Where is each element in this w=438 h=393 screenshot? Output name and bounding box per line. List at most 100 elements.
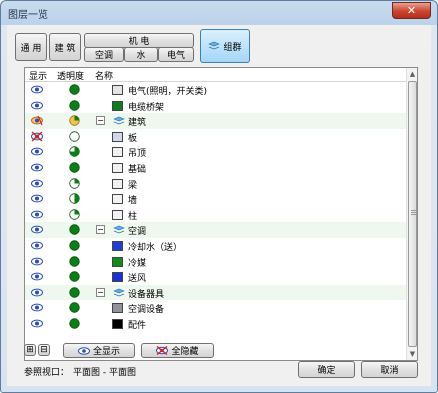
hidden-eye-icon[interactable] — [31, 131, 43, 142]
layer-rows: 电气(照明，开关类) 电缆桥架 − 建筑板吊顶 基础梁墙柱 − 空调 冷却水（送） 冷媒 送风 − 设… — [25, 82, 407, 332]
filter-mep-button[interactable]: 机 电 — [84, 33, 194, 48]
layer-group-row[interactable]: − 建筑 — [25, 113, 407, 129]
layer-name: 配件 — [128, 320, 147, 331]
opacity-pie-icon[interactable] — [69, 240, 80, 251]
layer-row[interactable]: 电缆桥架 — [25, 98, 407, 114]
layer-color-swatch[interactable] — [112, 147, 123, 158]
eye-icon[interactable] — [31, 84, 43, 95]
collapse-all-button[interactable]: ⊟ — [38, 344, 50, 356]
eye-icon[interactable] — [31, 224, 43, 235]
eye-icon[interactable] — [31, 193, 43, 204]
eye-icon[interactable] — [31, 209, 43, 220]
opacity-pie-icon[interactable] — [69, 146, 80, 158]
hide-all-button[interactable]: 全隐藏 — [141, 343, 214, 358]
layer-name: 冷媒 — [128, 258, 147, 269]
filter-common-button[interactable]: 通 用 — [15, 33, 47, 61]
layer-color-swatch[interactable] — [112, 194, 123, 205]
layer-row[interactable]: 吊顶 — [25, 144, 407, 160]
layer-row[interactable]: 墙 — [25, 191, 407, 207]
eye-icon[interactable] — [31, 256, 43, 267]
layer-color-swatch[interactable] — [112, 303, 123, 314]
vertical-scrollbar[interactable]: ▲ ▼ — [406, 68, 417, 360]
group-name: 空调 — [128, 227, 147, 238]
cancel-button[interactable]: 取消 — [361, 361, 418, 378]
reference-viewport-label: 参照视口： — [24, 368, 70, 378]
opacity-pie-icon[interactable] — [69, 302, 80, 314]
opacity-pie-icon[interactable] — [69, 131, 80, 142]
layer-row[interactable]: 基础 — [25, 160, 407, 176]
layer-row[interactable]: 配件 — [25, 316, 407, 332]
opacity-pie-icon[interactable] — [69, 162, 80, 173]
layer-color-swatch[interactable] — [112, 85, 123, 95]
layer-color-swatch[interactable] — [112, 162, 123, 173]
group-layers-icon — [113, 288, 125, 298]
dialog-body: 通 用 建 筑 机 电 空调 水 电气 组群 显示 透明度 名称 电气(照明，开… — [7, 25, 431, 386]
collapse-toggle-icon[interactable]: − — [96, 225, 105, 235]
layer-color-swatch[interactable] — [112, 272, 123, 283]
opacity-pie-icon[interactable] — [69, 193, 80, 204]
eye-icon[interactable] — [31, 100, 43, 111]
layer-row[interactable]: 板 — [25, 129, 407, 145]
layer-name: 电气(照明，开关类) — [128, 87, 208, 97]
layer-color-swatch[interactable] — [112, 256, 123, 267]
opacity-pie-icon[interactable] — [69, 271, 80, 282]
opacity-pie-icon[interactable] — [69, 255, 80, 267]
group-layers-icon — [113, 225, 125, 235]
opacity-pie-icon[interactable] — [69, 209, 80, 220]
collapse-toggle-icon[interactable]: − — [96, 116, 105, 126]
expand-all-button[interactable]: ⊞ — [24, 344, 36, 356]
title-bar[interactable]: 图层一览 ✕ — [1, 1, 437, 25]
filter-hvac-button[interactable]: 空调 — [84, 47, 124, 62]
filter-architecture-button[interactable]: 建 筑 — [49, 33, 81, 61]
eye-icon[interactable] — [31, 318, 43, 329]
layer-row[interactable]: 空调设备 — [25, 300, 407, 316]
group-button-label: 组群 — [223, 42, 242, 53]
layer-group-row[interactable]: − 设备器具 — [25, 284, 407, 301]
layer-row[interactable]: 冷媒 — [25, 254, 407, 270]
eye-icon[interactable] — [31, 162, 43, 173]
layer-group-row[interactable]: − 空调 — [25, 222, 407, 238]
layer-tree: 显示 透明度 名称 电气(照明，开关类) 电缆桥架 − 建筑板吊顶 基础梁墙柱 − 空调 冷却… — [24, 67, 418, 361]
layer-row[interactable]: 送风 — [25, 269, 407, 285]
filter-water-button[interactable]: 水 — [124, 47, 158, 62]
layer-row[interactable]: 柱 — [25, 207, 407, 223]
column-visible[interactable]: 显示 — [29, 69, 47, 82]
opacity-pie-icon[interactable] — [69, 84, 80, 95]
column-name[interactable]: 名称 — [95, 69, 113, 82]
opacity-pie-icon[interactable] — [69, 318, 80, 329]
layer-color-swatch[interactable] — [112, 240, 123, 251]
opacity-pie-icon[interactable] — [69, 287, 80, 298]
column-opacity[interactable]: 透明度 — [57, 69, 84, 82]
show-all-button[interactable]: 全显示 — [63, 343, 135, 358]
eye-icon[interactable] — [31, 302, 43, 313]
layer-color-swatch[interactable] — [112, 318, 123, 329]
eye-icon[interactable] — [31, 287, 43, 298]
opacity-pie-icon[interactable] — [69, 115, 80, 126]
eye-icon[interactable] — [31, 115, 43, 126]
eye-icon[interactable] — [31, 240, 43, 251]
layer-color-swatch[interactable] — [112, 178, 123, 189]
filter-electric-button[interactable]: 电气 — [158, 47, 194, 62]
opacity-pie-icon[interactable] — [69, 224, 80, 236]
group-button[interactable]: 组群 — [200, 29, 250, 63]
layer-row[interactable]: 冷却水（送） — [25, 238, 407, 254]
layer-row[interactable]: 梁 — [25, 176, 407, 192]
eye-icon — [77, 346, 90, 355]
layer-row[interactable]: 电气(照明，开关类) — [25, 82, 407, 98]
close-button[interactable]: ✕ — [392, 2, 431, 19]
layer-color-swatch[interactable] — [112, 100, 123, 111]
layer-color-swatch[interactable] — [112, 131, 123, 142]
layer-color-swatch[interactable] — [112, 209, 123, 220]
collapse-toggle-icon[interactable]: − — [96, 287, 105, 297]
scroll-thumb[interactable] — [408, 81, 417, 347]
eye-icon[interactable] — [31, 146, 43, 157]
ok-button[interactable]: 确定 — [298, 361, 355, 378]
group-layers-icon — [113, 116, 125, 126]
opacity-pie-icon[interactable] — [69, 177, 80, 189]
scroll-up-arrow-icon[interactable]: ▲ — [407, 68, 418, 80]
group-name: 设备器具 — [128, 289, 165, 300]
scroll-down-arrow-icon[interactable]: ▼ — [407, 348, 418, 360]
eye-icon[interactable] — [31, 178, 43, 189]
opacity-pie-icon[interactable] — [69, 99, 80, 111]
eye-icon[interactable] — [31, 271, 43, 282]
